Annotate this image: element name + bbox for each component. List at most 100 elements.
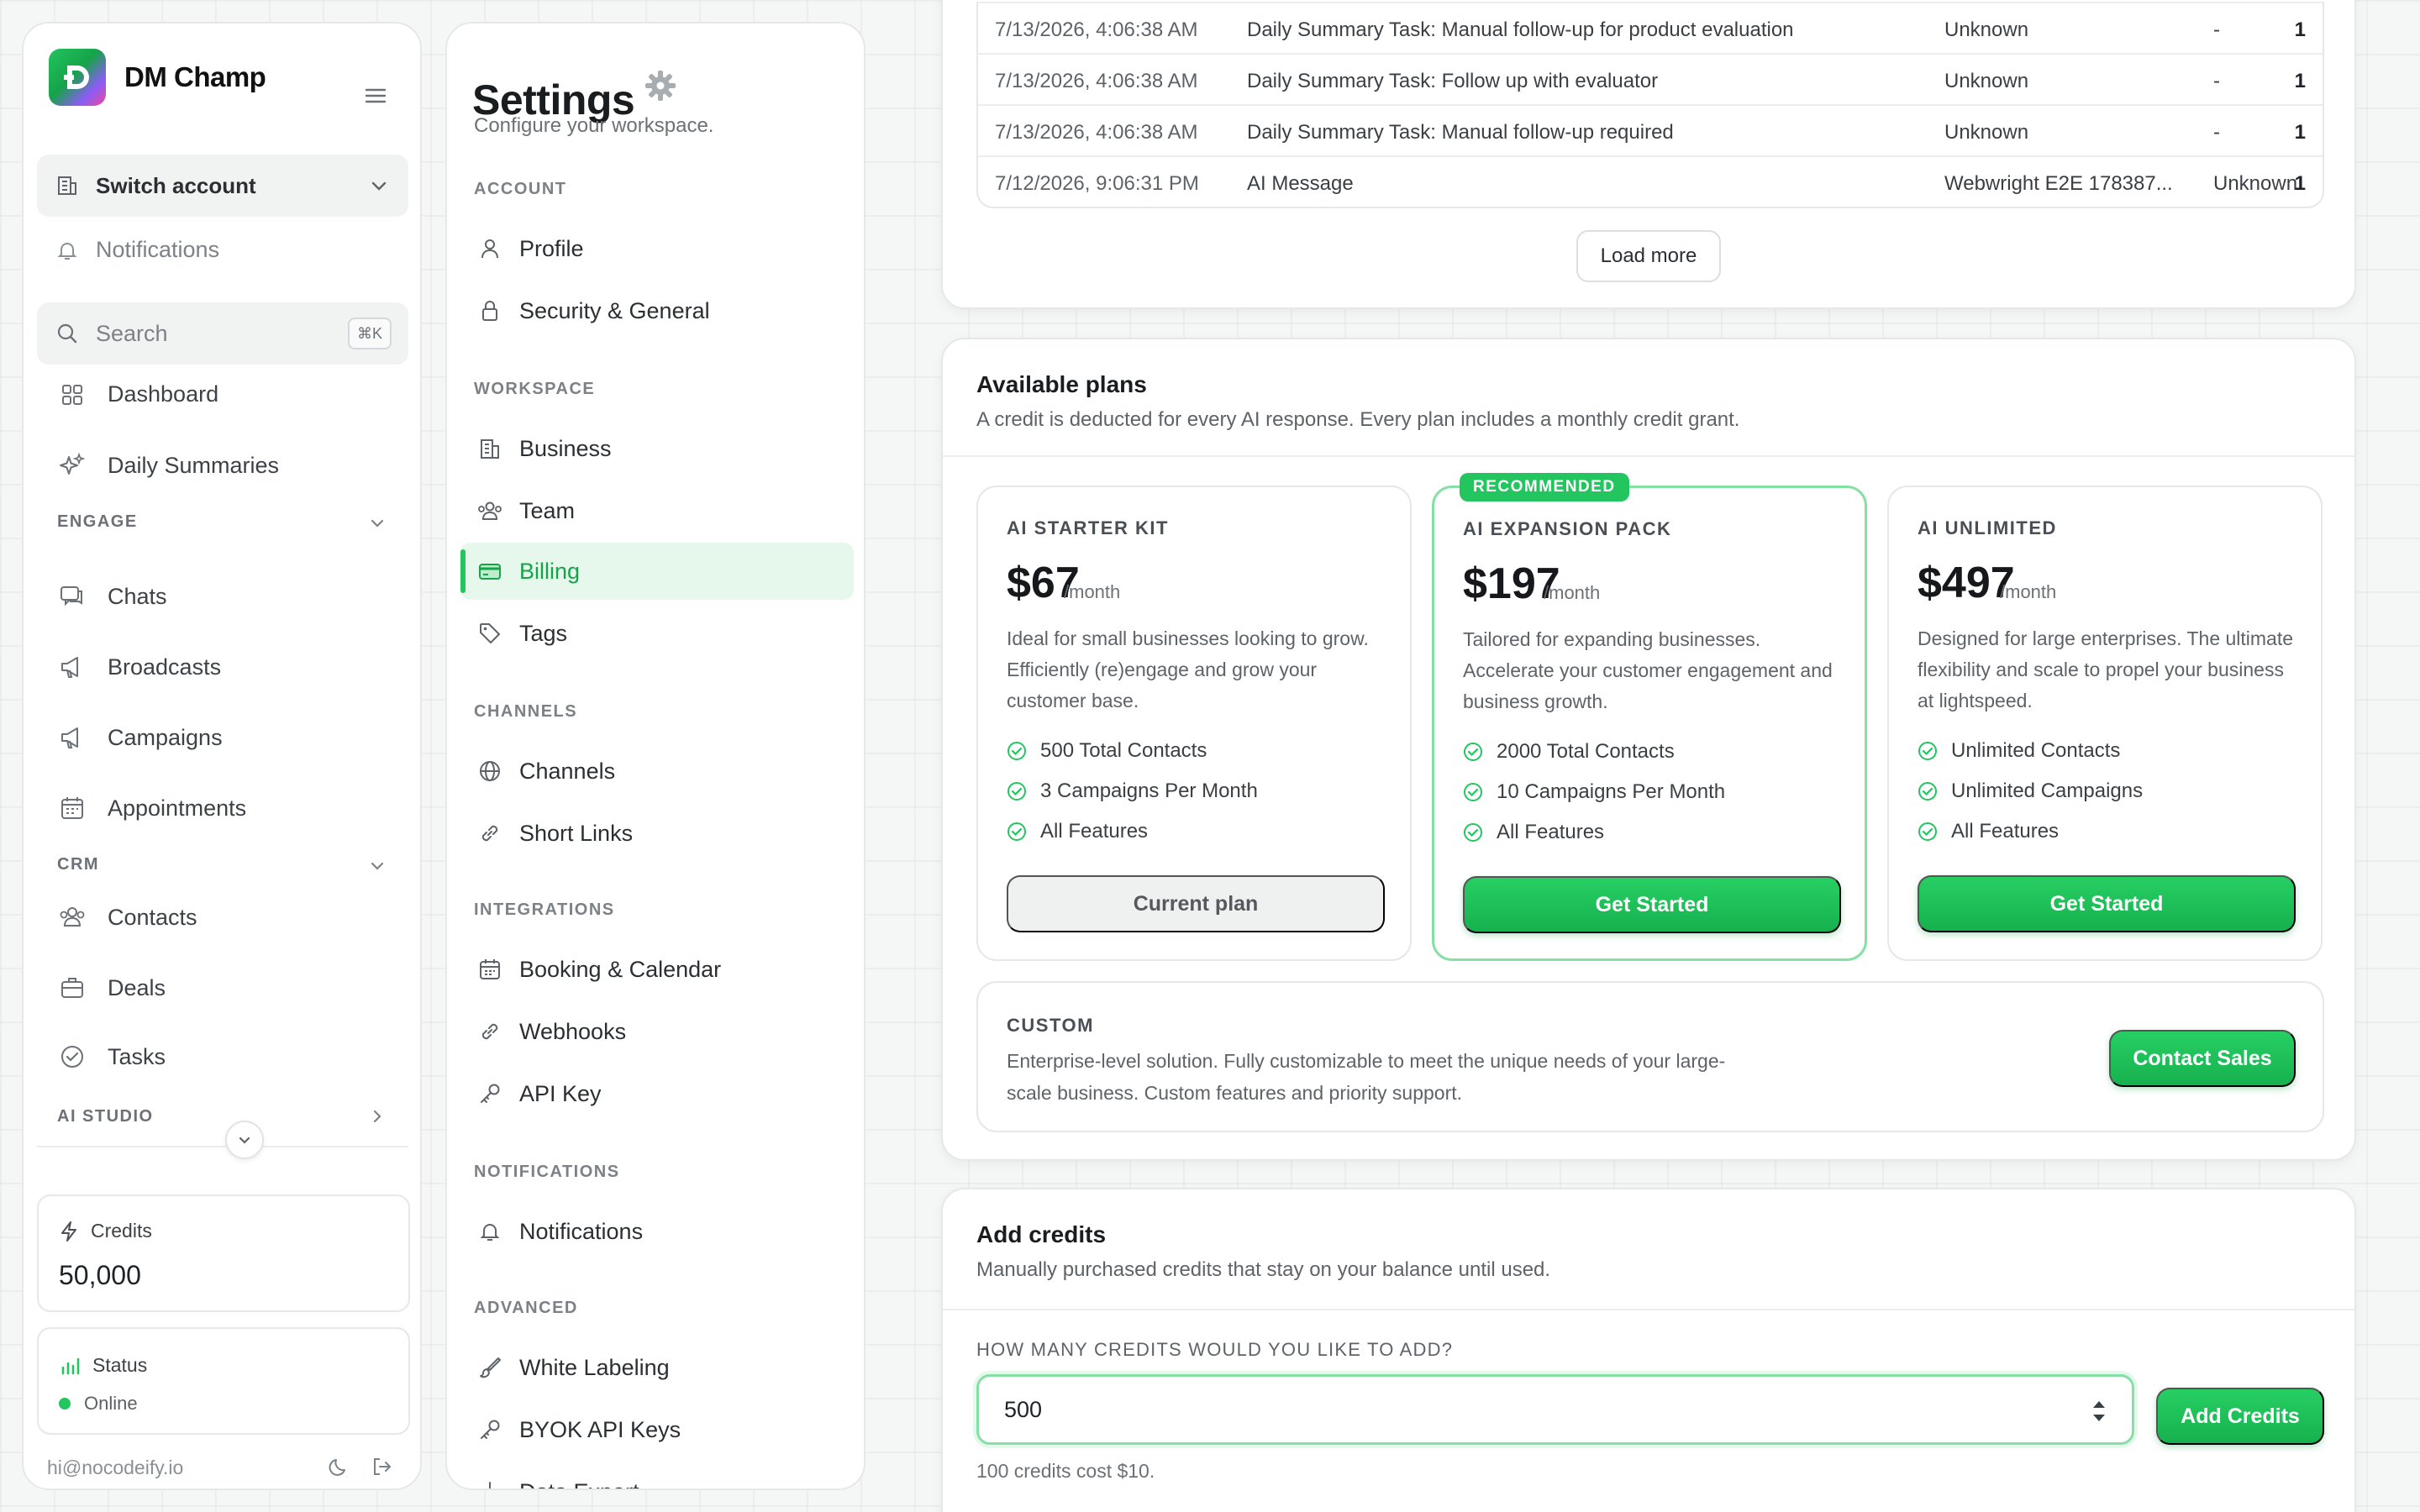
number-stepper-icon[interactable]: [2090, 1397, 2108, 1425]
sidebar-item-dashboard[interactable]: Dashboard: [55, 381, 218, 407]
plan-description: Designed for large enterprises. The ulti…: [1918, 627, 2294, 711]
settings-item-booking[interactable]: Booking & Calendar: [460, 941, 854, 998]
settings-item-white-labeling[interactable]: White Labeling: [460, 1339, 854, 1396]
settings-item-label: Booking & Calendar: [519, 956, 722, 982]
contact-sales-button[interactable]: Contact Sales: [2109, 1030, 2296, 1087]
settings-item-billing[interactable]: Billing: [460, 543, 854, 600]
search-shortcut-badge: ⌘K: [348, 318, 392, 349]
tx-amount: 1: [2294, 121, 2306, 144]
plan-name: AI EXPANSION PACK: [1463, 518, 1672, 539]
recommended-badge: RECOMMENDED: [1460, 473, 1629, 501]
tx-date: 7/13/2026, 4:06:38 AM: [995, 70, 1198, 92]
moon-icon[interactable]: [328, 1455, 351, 1478]
settings-item-security[interactable]: Security & General: [460, 282, 854, 339]
settings-item-byok[interactable]: BYOK API Keys: [460, 1401, 854, 1458]
tx-date: 7/13/2026, 4:06:38 AM: [995, 18, 1198, 41]
settings-item-business[interactable]: Business: [460, 420, 854, 477]
bell-icon: [55, 239, 79, 262]
credits-price-note: 100 credits cost $10.: [976, 1460, 1155, 1482]
settings-item-notifications[interactable]: Notifications: [460, 1203, 854, 1260]
chevron-down-icon[interactable]: [368, 514, 387, 533]
sidebar-item-broadcasts[interactable]: Broadcasts: [55, 654, 221, 680]
brand[interactable]: DM Champ: [49, 49, 266, 106]
tag-icon: [474, 621, 506, 646]
chevron-right-icon[interactable]: [368, 1107, 387, 1126]
add-credits-button[interactable]: Add Credits: [2156, 1388, 2324, 1445]
sidebar-item-chats[interactable]: Chats: [55, 583, 167, 610]
settings-item-short-links[interactable]: Short Links: [460, 805, 854, 862]
settings-item-label: Webhooks: [519, 1018, 627, 1044]
current-plan-button[interactable]: Current plan: [1007, 875, 1385, 932]
switch-account-button[interactable]: Switch account: [37, 155, 408, 217]
chevron-down-icon: [236, 1131, 253, 1148]
settings-item-profile[interactable]: Profile: [460, 220, 854, 277]
plan-card-unlimited: AI UNLIMITED $497 /month Designed for la…: [1887, 486, 2323, 961]
transactions-panel: 7/13/2026, 4:06:38 AM Daily Summary Task…: [941, 0, 2356, 309]
scroll-down-button[interactable]: [225, 1121, 264, 1159]
search-placeholder: Search: [96, 320, 168, 346]
sidebar-notifications-label: Notifications: [96, 237, 220, 262]
credits-amount-input[interactable]: 500: [976, 1374, 2134, 1445]
credits-amount-value: 500: [1004, 1397, 1043, 1422]
user-icon: [474, 236, 506, 261]
sidebar-item-campaigns[interactable]: Campaigns: [55, 724, 223, 751]
divider: [943, 455, 2354, 457]
users-icon: [55, 904, 89, 931]
plan-period: /month: [1544, 582, 1601, 603]
load-more-button[interactable]: Load more: [1576, 230, 1721, 282]
plan-feature: All Features: [1007, 820, 1148, 843]
add-credits-title: Add credits: [976, 1221, 1107, 1247]
search-input[interactable]: Search ⌘K: [37, 302, 408, 365]
tx-contact: Unknown: [1944, 18, 2029, 41]
sidebar-item-contacts[interactable]: Contacts: [55, 904, 197, 931]
table-row: 7/13/2026, 4:06:38 AM Daily Summary Task…: [978, 2, 2323, 53]
tx-amount: 1: [2294, 70, 2306, 92]
chevron-down-icon[interactable]: [368, 857, 387, 875]
tx-description: AI Message: [1247, 172, 1354, 195]
settings-item-team[interactable]: Team: [460, 482, 854, 539]
settings-item-label: Notifications: [519, 1218, 644, 1244]
sidebar-item-label: Tasks: [108, 1043, 166, 1069]
search-icon: [55, 322, 79, 345]
get-started-button[interactable]: Get Started: [1918, 875, 2296, 932]
settings-item-webhooks[interactable]: Webhooks: [460, 1003, 854, 1060]
tx-date: 7/13/2026, 4:06:38 AM: [995, 121, 1198, 144]
settings-item-label: Business: [519, 435, 612, 461]
add-credits-description: Manually purchased credits that stay on …: [976, 1258, 1551, 1281]
sidebar-item-label: Contacts: [108, 904, 197, 930]
get-started-button[interactable]: Get Started: [1463, 876, 1841, 933]
status-label: Status: [92, 1354, 148, 1376]
plan-feature: Unlimited Campaigns: [1918, 780, 2143, 803]
switch-account-label: Switch account: [96, 172, 256, 198]
status-card: Status Online: [37, 1327, 410, 1435]
plans-description: A credit is deducted for every AI respon…: [976, 408, 1740, 431]
plan-feature-label: All Features: [1497, 821, 1605, 843]
check-circle-icon: [1918, 822, 1938, 842]
key-icon: [474, 1081, 506, 1106]
logout-icon[interactable]: [370, 1455, 393, 1478]
section-workspace: WORKSPACE: [474, 380, 596, 398]
settings-item-label: Profile: [519, 235, 584, 261]
menu-icon[interactable]: [365, 87, 387, 104]
settings-item-api-key[interactable]: API Key: [460, 1065, 854, 1122]
link-icon: [474, 1019, 506, 1044]
plan-name: AI UNLIMITED: [1918, 517, 2057, 538]
sidebar-item-appointments[interactable]: Appointments: [55, 795, 246, 822]
sidebar-item-deals[interactable]: Deals: [55, 974, 166, 1001]
plan-name: AI STARTER KIT: [1007, 517, 1169, 538]
settings-item-tags[interactable]: Tags: [460, 605, 854, 662]
plan-feature: All Features: [1918, 820, 2059, 843]
sidebar-notifications[interactable]: Notifications: [55, 237, 219, 263]
sidebar-item-daily-summaries[interactable]: Daily Summaries: [55, 452, 279, 479]
sidebar-item-label: Broadcasts: [108, 654, 222, 680]
plan-feature-label: All Features: [1040, 820, 1149, 843]
settings-item-label: White Labeling: [519, 1354, 670, 1380]
credits-card: Credits 50,000: [37, 1194, 410, 1312]
section-engage: ENGAGE: [57, 512, 138, 531]
settings-item-data-export[interactable]: Data Export: [460, 1463, 854, 1488]
check-circle-icon: [55, 1043, 89, 1070]
settings-item-channels[interactable]: Channels: [460, 743, 854, 800]
sidebar-item-tasks[interactable]: Tasks: [55, 1043, 166, 1070]
bar-chart-icon: [59, 1355, 81, 1377]
tx-amount: 1: [2294, 172, 2306, 195]
